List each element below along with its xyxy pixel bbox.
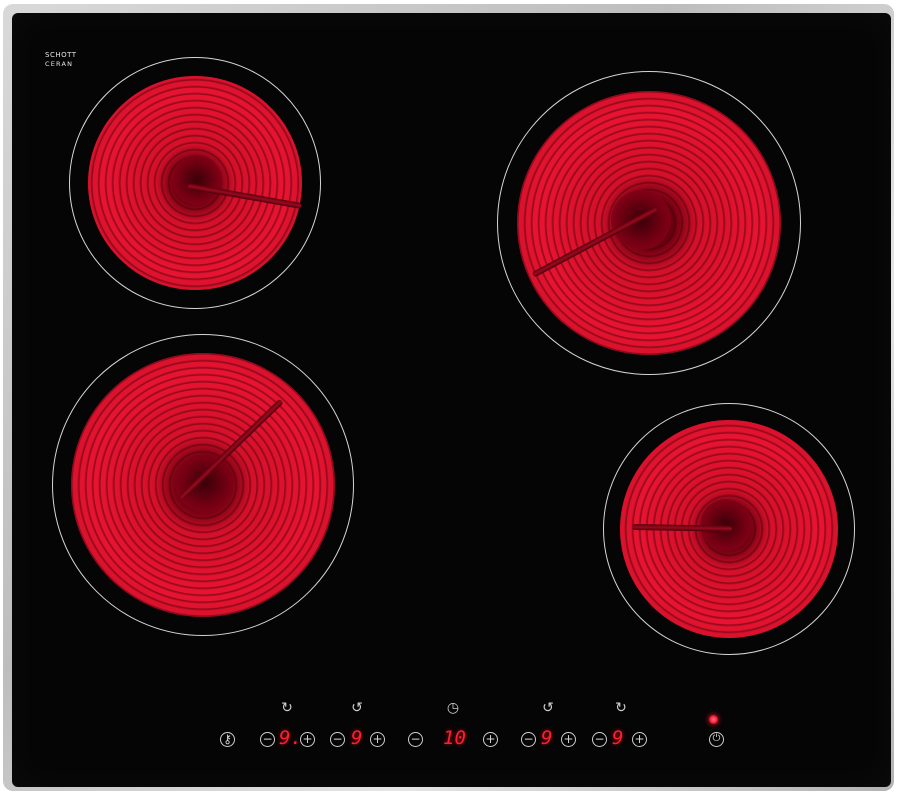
zone-1-plus-button[interactable]: +: [300, 732, 315, 747]
plus-symbol: +: [563, 732, 574, 746]
element-center-front-left: [175, 453, 235, 513]
power-indicator-led: [709, 715, 718, 724]
minus-symbol: −: [410, 732, 421, 746]
zone-2-minus-button[interactable]: −: [330, 732, 345, 747]
zone-rear-left-icon[interactable]: ↻: [279, 701, 295, 715]
logo-line-1: SCHOTT: [45, 51, 77, 59]
schott-ceran-logo: SCHOTT CERAN: [45, 51, 77, 69]
timer-display: 10: [443, 727, 466, 749]
minus-symbol: −: [332, 732, 343, 746]
timer-minus-button[interactable]: −: [408, 732, 423, 747]
minus-symbol: −: [523, 732, 534, 746]
cooking-zone-rear-left: [69, 57, 321, 309]
cooking-zone-front-right: [603, 403, 855, 655]
plus-symbol: +: [485, 732, 496, 746]
power-icon[interactable]: ⏻: [709, 732, 724, 747]
ceramic-glass-surface: SCHOTT CERAN ↻ ↺ ◷ ↺ ↻ ⚷ − 9. + − 9 + − …: [12, 13, 891, 787]
zone-2-level-display: 9: [351, 727, 363, 749]
zone-4-minus-button[interactable]: −: [592, 732, 607, 747]
zone-3-plus-button[interactable]: +: [561, 732, 576, 747]
clock-icon[interactable]: ◷: [445, 701, 461, 715]
zone-4-level-display: 9: [612, 727, 624, 749]
minus-symbol: −: [262, 732, 273, 746]
zone-3-minus-button[interactable]: −: [521, 732, 536, 747]
plus-symbol: +: [634, 732, 645, 746]
cooking-zone-front-left: [52, 334, 354, 636]
zone-1-level-display: 9.: [279, 727, 302, 749]
zone-front-right-icon[interactable]: ↺: [540, 701, 556, 715]
plus-symbol: +: [302, 732, 313, 746]
zone-1-minus-button[interactable]: −: [260, 732, 275, 747]
zone-4-plus-button[interactable]: +: [632, 732, 647, 747]
zone-rear-right-icon[interactable]: ↻: [613, 701, 629, 715]
cooktop-frame: SCHOTT CERAN ↻ ↺ ◷ ↺ ↻ ⚷ − 9. + − 9 + − …: [3, 4, 894, 791]
plus-symbol: +: [372, 732, 383, 746]
zone-3-level-display: 9: [541, 727, 553, 749]
logo-line-2: CERAN: [45, 60, 74, 68]
element-center-rear-left: [172, 155, 222, 205]
minus-symbol: −: [594, 732, 605, 746]
key-icon[interactable]: ⚷: [220, 732, 235, 747]
timer-plus-button[interactable]: +: [483, 732, 498, 747]
cooking-zone-rear-right: [497, 71, 801, 375]
zone-front-left-icon[interactable]: ↺: [349, 701, 365, 715]
zone-2-plus-button[interactable]: +: [370, 732, 385, 747]
